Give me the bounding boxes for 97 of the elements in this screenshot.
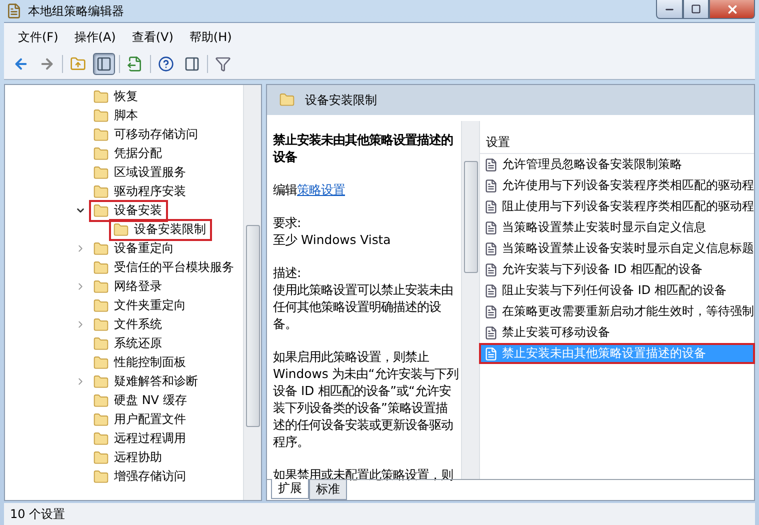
policy-row[interactable]: 禁止安装可移动设备 bbox=[480, 323, 754, 342]
folder-icon bbox=[93, 316, 109, 332]
policy-icon bbox=[484, 346, 498, 360]
policy-settings-link[interactable]: 策略设置 bbox=[297, 181, 345, 198]
folder-icon bbox=[93, 146, 109, 162]
folder-icon bbox=[93, 126, 109, 142]
folder-icon bbox=[93, 468, 109, 484]
tree-item[interactable]: 用户配置文件 bbox=[89, 408, 192, 430]
window-title: 本地组策略编辑器 bbox=[28, 2, 125, 20]
folder-icon bbox=[93, 260, 109, 276]
policy-icon bbox=[484, 220, 498, 234]
description-text: 如果启用此策略设置，则禁止 Windows 为未由“允许安装与下列设备 ID 相匹配的设备”或“允许安装下列设备类的设备”策略设置描述的任何设备安装或更新设备驱动程序。 bbox=[273, 348, 459, 450]
minimize-button[interactable] bbox=[656, 0, 683, 19]
policy-row[interactable]: 允许使用与下列设备安装程序类相匹配的驱动程 bbox=[480, 176, 754, 195]
folder-icon bbox=[93, 298, 109, 314]
tree-item[interactable]: 凭据分配 bbox=[89, 142, 168, 164]
folder-icon bbox=[93, 336, 109, 352]
folder-icon bbox=[93, 392, 109, 408]
folder-icon bbox=[93, 108, 109, 124]
tree-item[interactable]: 文件系统 bbox=[89, 314, 168, 336]
tree-item[interactable]: 设备安装限制 bbox=[109, 218, 212, 240]
policy-row[interactable]: 当策略设置禁止安装时显示自定义信息 bbox=[480, 218, 754, 237]
scrollbar[interactable] bbox=[243, 85, 261, 500]
description-text: 使用此策略设置可以禁止安装未由任何其他策略设置明确描述的设备。 bbox=[273, 281, 454, 332]
tree-item[interactable]: 增强存储访问 bbox=[89, 466, 192, 488]
folder-up-icon bbox=[70, 56, 86, 72]
back-icon bbox=[13, 56, 29, 72]
menu-item[interactable]: 帮助(H) bbox=[183, 27, 238, 48]
tree-item[interactable]: 设备重定向 bbox=[89, 238, 180, 260]
policy-row[interactable]: 在策略更改需要重新启动才能生效时，等待强制 bbox=[480, 302, 754, 321]
tree-item[interactable]: 系统还原 bbox=[89, 332, 168, 354]
close-button[interactable] bbox=[709, 0, 755, 19]
tree-item[interactable]: 疑难解答和诊断 bbox=[89, 370, 204, 392]
policy-row[interactable]: 允许安装与下列设备 ID 相匹配的设备 bbox=[480, 260, 754, 279]
folder-icon bbox=[93, 240, 109, 256]
policy-row[interactable]: 当策略设置禁止设备安装时显示自定义信息标题 bbox=[480, 239, 754, 258]
filter-icon bbox=[215, 56, 231, 72]
requirement-text: 至少 Windows Vista bbox=[273, 231, 392, 248]
column-header[interactable]: 设置 bbox=[480, 129, 754, 154]
app-icon bbox=[6, 3, 22, 19]
maximize-button[interactable] bbox=[683, 0, 709, 19]
folder-icon bbox=[93, 430, 109, 446]
tree-item[interactable]: 恢复 bbox=[89, 86, 144, 108]
folder-icon bbox=[93, 184, 109, 200]
view-tab[interactable]: 扩展 bbox=[271, 479, 309, 499]
policy-icon bbox=[484, 242, 498, 256]
policy-row[interactable]: 阻止安装与下列任何设备 ID 相匹配的设备 bbox=[480, 281, 754, 300]
policy-icon bbox=[484, 326, 498, 340]
tree-item[interactable]: 性能控制面板 bbox=[89, 352, 192, 374]
menu-item[interactable]: 查看(V) bbox=[126, 27, 180, 48]
tree-item[interactable]: 文件夹重定向 bbox=[89, 294, 192, 316]
forward-icon bbox=[39, 56, 55, 72]
tree-item[interactable]: 硬盘 NV 缓存 bbox=[89, 390, 193, 412]
help-icon bbox=[158, 56, 174, 72]
tree-item[interactable]: 可移动存储访问 bbox=[89, 124, 204, 146]
description-label: 描述: bbox=[273, 264, 302, 281]
policy-row[interactable]: 允许管理员忽略设备安装限制策略 bbox=[480, 155, 754, 174]
folder-icon bbox=[93, 88, 109, 104]
status-bar: 10 个设置 bbox=[4, 503, 755, 525]
requirement-label: 要求: bbox=[273, 214, 302, 231]
tree-item[interactable]: 远程过程调用 bbox=[89, 428, 192, 450]
tree-item[interactable]: 设备安装 bbox=[89, 200, 168, 222]
panel-icon bbox=[184, 56, 200, 72]
tree-item[interactable]: 脚本 bbox=[89, 104, 144, 126]
folder-icon bbox=[93, 354, 109, 370]
view-tab[interactable]: 标准 bbox=[309, 480, 347, 500]
tree-item[interactable]: 远程协助 bbox=[89, 446, 168, 468]
tree-item[interactable]: 区域设置服务 bbox=[89, 162, 192, 184]
scrollbar[interactable] bbox=[461, 121, 479, 479]
pane-title: 设备安装限制 bbox=[305, 92, 377, 108]
tree-item[interactable]: 驱动程序安装 bbox=[89, 180, 192, 202]
tree-item[interactable]: 网络登录 bbox=[89, 276, 168, 298]
folder-icon bbox=[93, 202, 109, 218]
export-icon bbox=[127, 56, 143, 72]
folder-icon bbox=[93, 412, 109, 428]
policy-icon bbox=[484, 262, 498, 276]
folder-icon bbox=[113, 222, 129, 238]
menu-item[interactable]: 文件(F) bbox=[12, 27, 64, 48]
close-icon bbox=[726, 2, 738, 16]
policy-icon bbox=[484, 304, 498, 318]
toolbar-button[interactable] bbox=[93, 53, 115, 75]
policy-icon bbox=[484, 178, 498, 192]
tree-item[interactable]: 受信任的平台模块服务 bbox=[89, 256, 240, 278]
menu-item[interactable]: 操作(A) bbox=[68, 27, 122, 48]
policy-row[interactable]: 阻止使用与下列设备安装程序类相匹配的驱动程 bbox=[480, 197, 754, 216]
folder-icon bbox=[93, 374, 109, 390]
panel-icon bbox=[96, 56, 112, 72]
policy-icon bbox=[484, 200, 498, 214]
edit-label: 编辑 bbox=[273, 181, 297, 198]
folder-icon bbox=[93, 450, 109, 466]
policy-title: 禁止安装未由其他策略设置描述的设备 bbox=[273, 131, 454, 165]
policy-icon bbox=[484, 158, 498, 172]
maximize-icon bbox=[691, 4, 701, 14]
folder-icon bbox=[93, 278, 109, 294]
policy-icon bbox=[484, 284, 498, 298]
folder-icon bbox=[93, 164, 109, 180]
folder-icon bbox=[279, 92, 295, 108]
